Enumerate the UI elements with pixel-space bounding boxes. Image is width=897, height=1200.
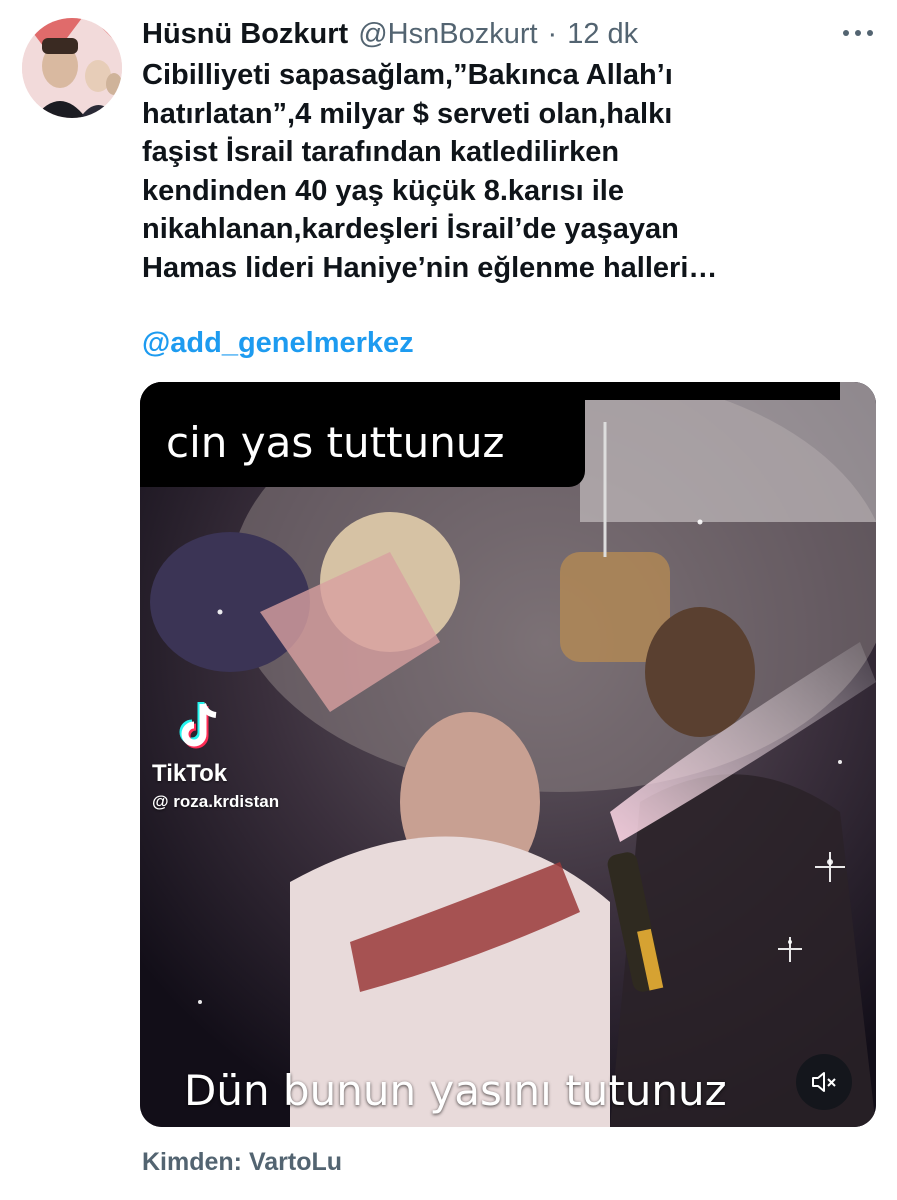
tweet-timestamp[interactable]: 12 dk (567, 18, 638, 51)
tiktok-logo-icon (179, 702, 217, 749)
author-display-name[interactable]: Hüsnü Bozkurt (142, 18, 348, 51)
more-dot-icon (855, 30, 861, 36)
tweet-header: Hüsnü Bozkurt @HsnBozkurt · 12 dk (142, 16, 638, 52)
tweet-text: Cibilliyeti sapasağlam,”Bakınca Allah’ı … (142, 59, 718, 284)
tiktok-watermark: TikTok @ roza.krdistan (152, 700, 322, 815)
caption-top-box: cin yas tuttunuz (140, 382, 585, 487)
tweet[interactable]: Hüsnü Bozkurt @HsnBozkurt · 12 dk Cibill… (0, 0, 897, 1200)
source-attribution: Kimden: VartoLu (142, 1148, 343, 1176)
author-handle[interactable]: @HsnBozkurt (358, 18, 537, 51)
more-dot-icon (843, 30, 849, 36)
mention-link[interactable]: @add_genelmerkez (142, 327, 414, 360)
avatar[interactable] (22, 18, 122, 118)
avatar-image (22, 18, 122, 118)
caption-top-text: cin yas tuttunuz (166, 418, 505, 467)
speaker-muted-icon (812, 1072, 836, 1092)
tiktok-username: @ roza.krdistan (152, 792, 280, 811)
tiktok-brand-label: TikTok (152, 760, 228, 787)
more-options-button[interactable] (836, 20, 880, 46)
separator-dot: · (547, 17, 558, 50)
more-dot-icon (867, 30, 873, 36)
video-player[interactable]: cin yas tuttunuz TikTok @ roza.krdistan … (140, 382, 876, 1127)
caption-bottom-text: Dün bunun yasını tutunuz (184, 1066, 727, 1115)
unmute-button[interactable] (796, 1054, 852, 1110)
